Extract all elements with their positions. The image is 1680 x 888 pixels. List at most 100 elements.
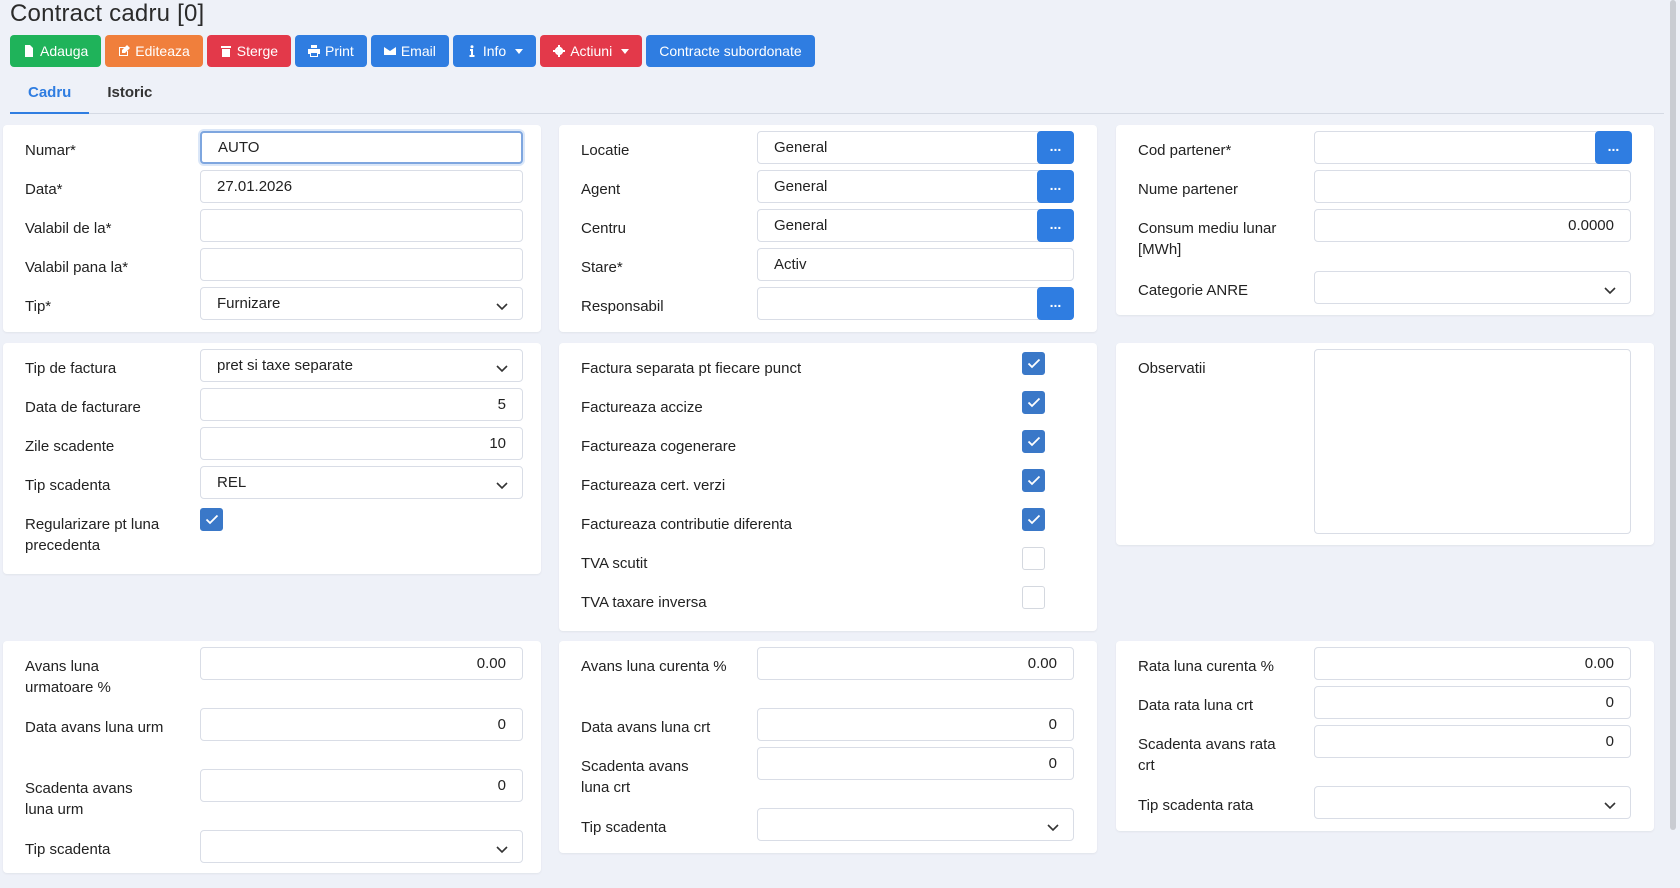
flag-checkbox[interactable] [1022,586,1045,609]
scadenta-avans-crt-input[interactable]: 0 [757,747,1074,780]
tip-scadenta-crt-select[interactable] [757,808,1074,841]
tip-select[interactable]: Furnizare [200,287,523,320]
flag-checkbox[interactable] [1022,547,1045,570]
avans-urm-label: Avans luna urmatoare % [25,658,111,696]
flag-checkbox[interactable] [1022,508,1045,531]
scadenta-avans-urm-input[interactable]: 0 [200,769,523,802]
page-title: Contract cadru [0] [10,0,205,27]
flag-label: TVA taxare inversa [581,594,707,611]
numar-label: Numar* [25,142,76,159]
advance-current-card: Avans luna curenta % 0.00 Data avans lun… [559,641,1097,853]
locatie-input[interactable]: General [757,131,1074,164]
observatii-textarea[interactable] [1314,349,1631,534]
data-facturare-input[interactable]: 5 [200,388,523,421]
consum-input[interactable]: 0.0000 [1314,209,1631,242]
edit-button[interactable]: Editeaza [105,35,203,67]
data-avans-urm-input[interactable]: 0 [200,708,523,741]
stare-input[interactable]: Activ [757,248,1074,281]
add-button[interactable]: Adauga [10,35,102,67]
actions-label: Actiuni [570,43,613,59]
data-facturare-label: Data de facturare [25,399,141,416]
check-icon [1027,514,1041,525]
check-icon [205,514,219,525]
tip-scadenta-rata-select[interactable] [1314,786,1631,819]
tip-scadenta-label: Tip scadenta [25,477,111,494]
flag-label: Factureaza cogenerare [581,438,737,455]
flag-checkbox[interactable] [1022,352,1045,375]
envelope-icon [383,47,396,55]
check-icon [1027,397,1041,408]
notes-card: Observatii [1116,343,1654,545]
flag-label: Factureaza cert. verzi [581,477,726,494]
stare-label: Stare* [581,259,623,276]
billing-card: Tip de factura pret si taxe separate Dat… [3,343,541,574]
email-button[interactable]: Email [370,35,449,67]
advance-next-card: Avans luna urmatoare % 0.00 Data avans l… [3,641,541,873]
nume-partener-input[interactable] [1314,170,1631,203]
tip-factura-select[interactable]: pret si taxe separate [200,349,523,382]
numar-input[interactable]: AUTO [200,131,523,164]
delete-button[interactable]: Sterge [206,35,292,67]
tip-scadenta-value: REL [217,474,247,491]
edit-label: Editeaza [135,43,190,59]
flag-label: TVA scutit [581,555,648,572]
responsabil-lookup-button[interactable]: ... [1037,287,1074,320]
chevron-down-icon [1047,819,1057,829]
locatie-label: Locatie [581,142,630,159]
tab-cadru[interactable]: Cadru [10,80,90,114]
tip-scadenta-rata-label: Tip scadenta rata [1138,797,1254,814]
cod-partener-input[interactable] [1314,131,1631,164]
check-icon [1027,358,1041,369]
check-icon [1027,475,1041,486]
rata-input[interactable]: 0.00 [1314,647,1631,680]
flag-checkbox[interactable] [1022,469,1045,492]
regularizare-checkbox[interactable] [200,508,223,531]
chevron-down-icon [496,360,506,370]
tip-scadenta-select[interactable]: REL [200,466,523,499]
subordinate-contracts-button[interactable]: Contracte subordonate [646,35,815,67]
chevron-down-icon [1604,797,1614,807]
location-card: Locatie General ... Agent General ... Ce… [559,125,1097,332]
tab-istoric[interactable]: Istoric [89,80,170,114]
print-button[interactable]: Print [295,35,367,67]
anre-select[interactable] [1314,271,1631,304]
valabil-de-la-input[interactable] [200,209,523,242]
email-label: Email [400,43,436,59]
observatii-label: Observatii [1138,360,1206,377]
locatie-lookup-button[interactable]: ... [1037,131,1074,164]
scadenta-rata-label: Scadenta avans rata crt [1138,736,1276,774]
consum-label: Consum mediu lunar [MWh] [1138,220,1277,258]
actions-button[interactable]: Actiuni [540,35,643,67]
zile-scadente-input[interactable]: 10 [200,427,523,460]
centru-lookup-button[interactable]: ... [1037,209,1074,242]
rate-card: Rata luna curenta % 0.00 Data rata luna … [1116,641,1654,831]
anre-label: Categorie ANRE [1138,282,1249,299]
toolbar: Adauga Editeaza Sterge Print Email Info … [10,35,815,67]
agent-input[interactable]: General [757,170,1074,203]
print-icon [308,45,321,57]
delete-label: Sterge [236,43,279,59]
vertical-scrollbar[interactable] [1670,0,1676,830]
info-button[interactable]: Info [452,35,537,67]
general-card: Numar* AUTO Data* 27.01.2026 Valabil de … [3,125,541,332]
centru-label: Centru [581,220,627,237]
flag-checkbox[interactable] [1022,391,1045,414]
cod-partener-lookup-button[interactable]: ... [1595,131,1632,164]
tip-scadenta-urm-label: Tip scadenta [25,841,111,858]
tip-scadenta-urm-select[interactable] [200,830,523,863]
agent-label: Agent [581,181,621,198]
data-avans-crt-input[interactable]: 0 [757,708,1074,741]
centru-input[interactable]: General [757,209,1074,242]
file-icon [25,45,33,57]
data-rata-input[interactable]: 0 [1314,686,1631,719]
chevron-down-icon [1604,282,1614,292]
flag-checkbox[interactable] [1022,430,1045,453]
avans-urm-input[interactable]: 0.00 [200,647,523,680]
agent-lookup-button[interactable]: ... [1037,170,1074,203]
scadenta-rata-input[interactable]: 0 [1314,725,1631,758]
data-input[interactable]: 27.01.2026 [200,170,523,203]
info-icon [469,45,475,57]
avans-crt-input[interactable]: 0.00 [757,647,1074,680]
responsabil-input[interactable] [757,287,1074,320]
valabil-pana-la-input[interactable] [200,248,523,281]
